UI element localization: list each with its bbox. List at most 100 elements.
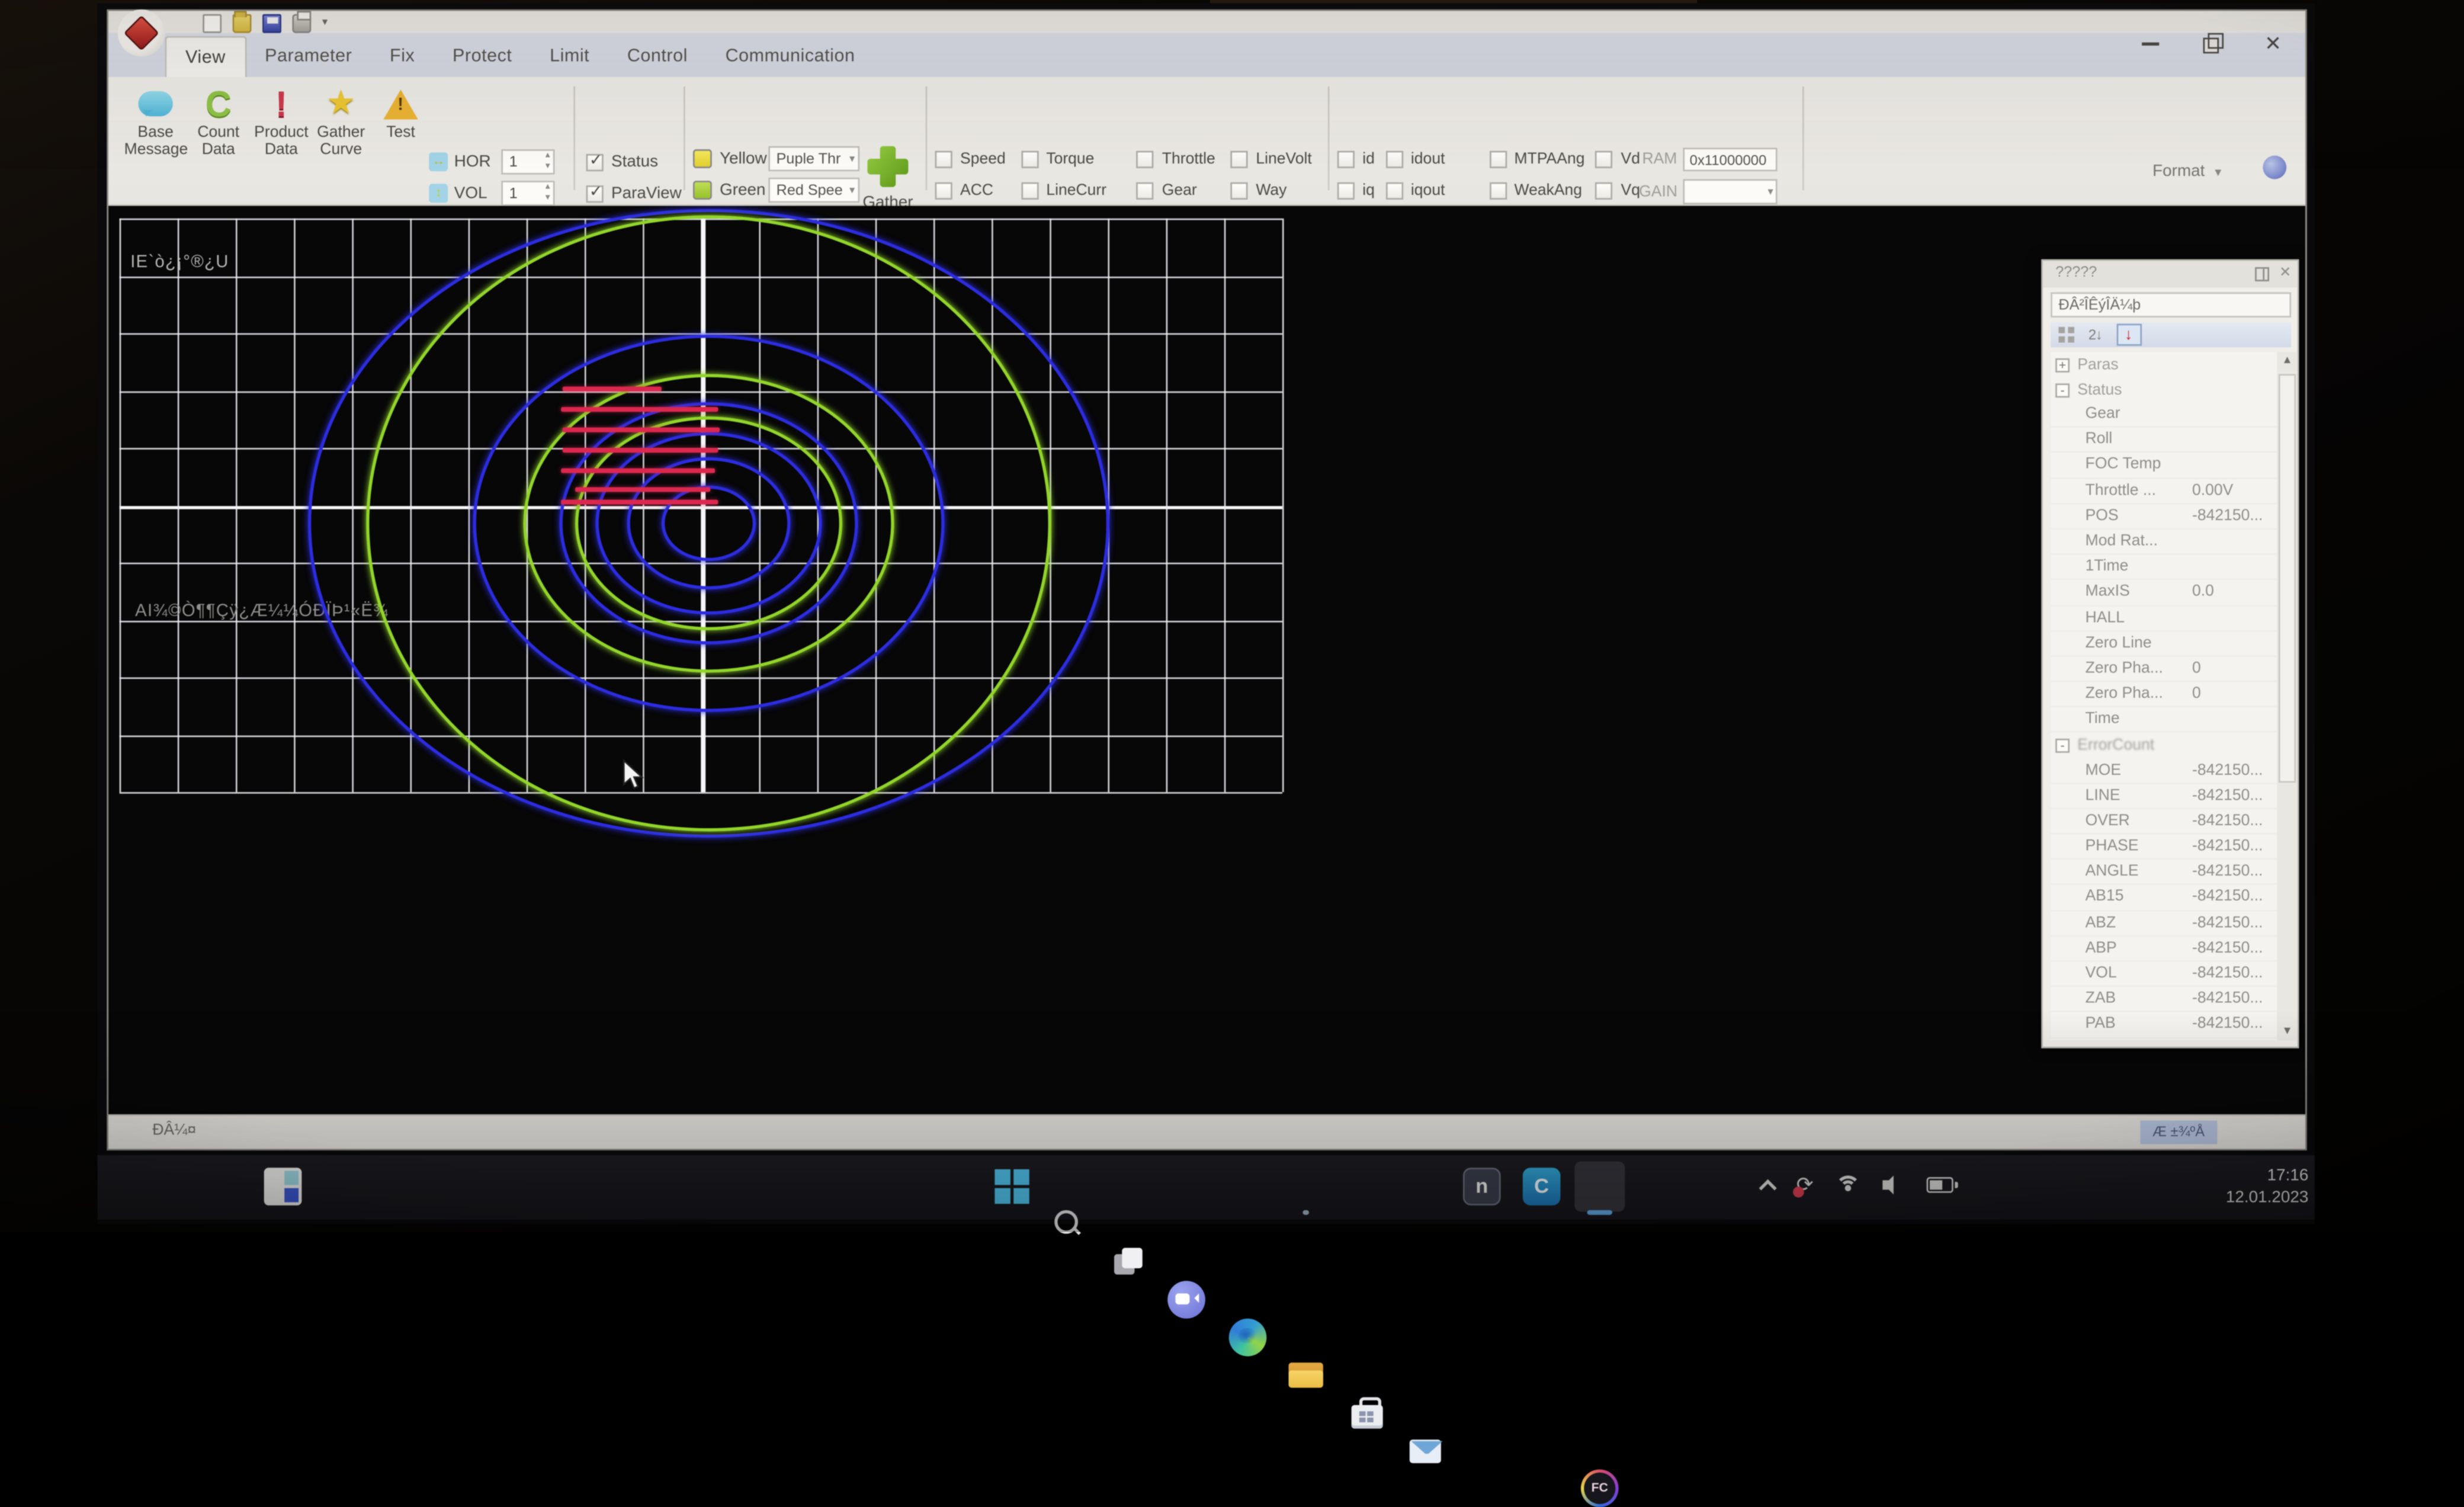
- close-button[interactable]: ✕: [2263, 33, 2283, 53]
- checkbox[interactable]: [935, 181, 952, 198]
- panel-header[interactable]: ????? ✕: [2043, 261, 2298, 287]
- app-logo-icon[interactable]: [118, 9, 165, 57]
- start-button-icon[interactable]: [993, 1168, 1031, 1205]
- checkbox[interactable]: [1337, 150, 1355, 167]
- tree-item[interactable]: 1Time: [2051, 555, 2291, 581]
- checkbox[interactable]: [1021, 181, 1038, 198]
- expand-checkbox-item[interactable]: MTPAAng: [1489, 150, 1584, 167]
- count-checkbox-item[interactable]: LineCurr: [1021, 181, 1123, 198]
- vol-spinner[interactable]: 1▲▼: [501, 181, 554, 206]
- paraview-checkbox-row[interactable]: ParaView: [586, 184, 682, 203]
- scrollbar-thumb[interactable]: [2279, 374, 2296, 783]
- wifi-icon[interactable]: [1836, 1175, 1860, 1194]
- checkbox[interactable]: [1385, 150, 1403, 167]
- new-file-icon[interactable]: [203, 14, 222, 33]
- pin-icon[interactable]: [2255, 267, 2269, 281]
- checkbox[interactable]: [1137, 181, 1154, 198]
- hor-spinner[interactable]: 1▲▼: [501, 149, 554, 174]
- count-data-button[interactable]: C Count Data: [187, 84, 250, 159]
- tree-item[interactable]: ANGLE -842150...: [2051, 860, 2291, 886]
- ram-address-input[interactable]: 0x11000000: [1683, 148, 1778, 171]
- mail-icon[interactable]: [1406, 1432, 1444, 1470]
- tree-item[interactable]: ABP -842150...: [2051, 937, 2291, 962]
- yellow-channel-select[interactable]: Puple Thr: [768, 146, 859, 171]
- checkbox[interactable]: [1385, 181, 1403, 198]
- tree-item[interactable]: LINE -842150...: [2051, 784, 2291, 809]
- tree-item[interactable]: VOL -842150...: [2051, 962, 2291, 987]
- expand-checkbox-item[interactable]: iq: [1337, 181, 1375, 198]
- search-icon[interactable]: [1048, 1205, 1086, 1243]
- count-checkbox-item[interactable]: Throttle: [1137, 150, 1217, 167]
- minimize-button[interactable]: [2140, 33, 2160, 53]
- tree-item[interactable]: Mod Rat...: [2051, 530, 2291, 555]
- tree-item[interactable]: HALL: [2051, 606, 2291, 631]
- tree-item[interactable]: ABZ -842150...: [2051, 911, 2291, 937]
- spinner-arrows-icon[interactable]: ▲▼: [544, 151, 551, 173]
- scroll-up-icon[interactable]: ▲: [2277, 355, 2297, 367]
- checkbox[interactable]: [1021, 150, 1038, 167]
- yellow-swatch-icon[interactable]: [693, 149, 712, 168]
- panel-scrollbar[interactable]: ▲ ▼: [2277, 352, 2297, 1040]
- print-icon[interactable]: [292, 14, 311, 33]
- ribbon-tab[interactable]: Communication: [707, 36, 874, 77]
- tree-item[interactable]: Zero Pha... 0: [2051, 682, 2291, 708]
- gather-button[interactable]: Gather: [856, 146, 919, 212]
- tree-item[interactable]: OVER -842150...: [2051, 809, 2291, 835]
- tray-chevron-up-icon[interactable]: [1759, 1178, 1777, 1196]
- count-checkbox-item[interactable]: LineVolt: [1231, 150, 1321, 167]
- expand-checkbox-item[interactable]: idout: [1385, 150, 1478, 167]
- tree-item[interactable]: Roll: [2051, 428, 2291, 453]
- tree-item[interactable]: FOC Temp: [2051, 453, 2291, 479]
- task-view-icon[interactable]: [1109, 1243, 1147, 1281]
- qat-dropdown-icon[interactable]: ▾: [322, 14, 328, 33]
- save-icon[interactable]: [262, 14, 281, 33]
- tree-item[interactable]: MaxIS 0.0: [2051, 581, 2291, 606]
- gain-select[interactable]: [1684, 179, 1778, 204]
- checkbox[interactable]: [1231, 181, 1248, 198]
- c-app-icon[interactable]: C: [1523, 1168, 1561, 1205]
- count-checkbox-item[interactable]: Speed: [935, 150, 1007, 167]
- base-message-button[interactable]: Base Message: [124, 84, 187, 159]
- tree-section-errorcount[interactable]: - ErrorCount: [2051, 733, 2291, 758]
- test-button[interactable]: Test: [369, 84, 432, 142]
- tree-item[interactable]: POS -842150...: [2051, 504, 2291, 530]
- checkbox[interactable]: [1489, 181, 1506, 198]
- tree-item[interactable]: Zero Pha... 0: [2051, 657, 2291, 682]
- restore-button[interactable]: [2202, 33, 2222, 53]
- tree-item[interactable]: AB15 -842150...: [2051, 886, 2291, 911]
- sync-notification-icon[interactable]: ⟳: [1796, 1174, 1814, 1196]
- tree-section-paras[interactable]: + Paras: [2051, 352, 2291, 377]
- help-icon[interactable]: [2263, 156, 2286, 179]
- volume-icon[interactable]: [1882, 1175, 1904, 1194]
- expander-icon[interactable]: -: [2055, 383, 2070, 397]
- checkbox[interactable]: [586, 185, 604, 202]
- expand-checkbox-item[interactable]: iqout: [1385, 181, 1478, 198]
- edge-browser-icon[interactable]: [1229, 1319, 1267, 1357]
- expand-checkbox-item[interactable]: id: [1337, 150, 1375, 167]
- green-swatch-icon[interactable]: [693, 181, 712, 200]
- checkbox[interactable]: [1596, 150, 1613, 167]
- parameter-filter-input[interactable]: ÐÂ²ÎÊýÎÄ¼þ: [2051, 292, 2291, 317]
- checkbox[interactable]: [1137, 150, 1154, 167]
- expander-icon[interactable]: +: [2055, 358, 2070, 372]
- product-data-button[interactable]: ! Product Data: [250, 84, 313, 159]
- count-checkbox-item[interactable]: ACC: [935, 181, 1007, 198]
- tree-item[interactable]: Gear: [2051, 402, 2291, 428]
- ribbon-tab[interactable]: Parameter: [246, 36, 371, 77]
- close-icon[interactable]: ✕: [2279, 264, 2291, 281]
- expand-checkbox-item[interactable]: WeakAng: [1489, 181, 1584, 198]
- foc-app-icon[interactable]: FC: [1581, 1470, 1619, 1507]
- checkbox[interactable]: [1596, 181, 1613, 198]
- checkbox[interactable]: [1231, 150, 1248, 167]
- tree-item[interactable]: Time: [2051, 708, 2291, 733]
- ribbon-tab[interactable]: Protect: [434, 36, 531, 77]
- gather-curve-button[interactable]: ★ Gather Curve: [310, 84, 373, 159]
- checkbox[interactable]: [586, 153, 604, 171]
- ribbon-tab[interactable]: Control: [608, 36, 707, 77]
- count-checkbox-item[interactable]: Torque: [1021, 150, 1123, 167]
- tree-item[interactable]: ZAB -842150...: [2051, 987, 2291, 1012]
- tree-item[interactable]: Zero Line: [2051, 631, 2291, 657]
- categorize-icon[interactable]: [2059, 327, 2075, 343]
- tree-section-status[interactable]: - Status: [2051, 377, 2291, 402]
- ribbon-tab[interactable]: View: [165, 36, 246, 77]
